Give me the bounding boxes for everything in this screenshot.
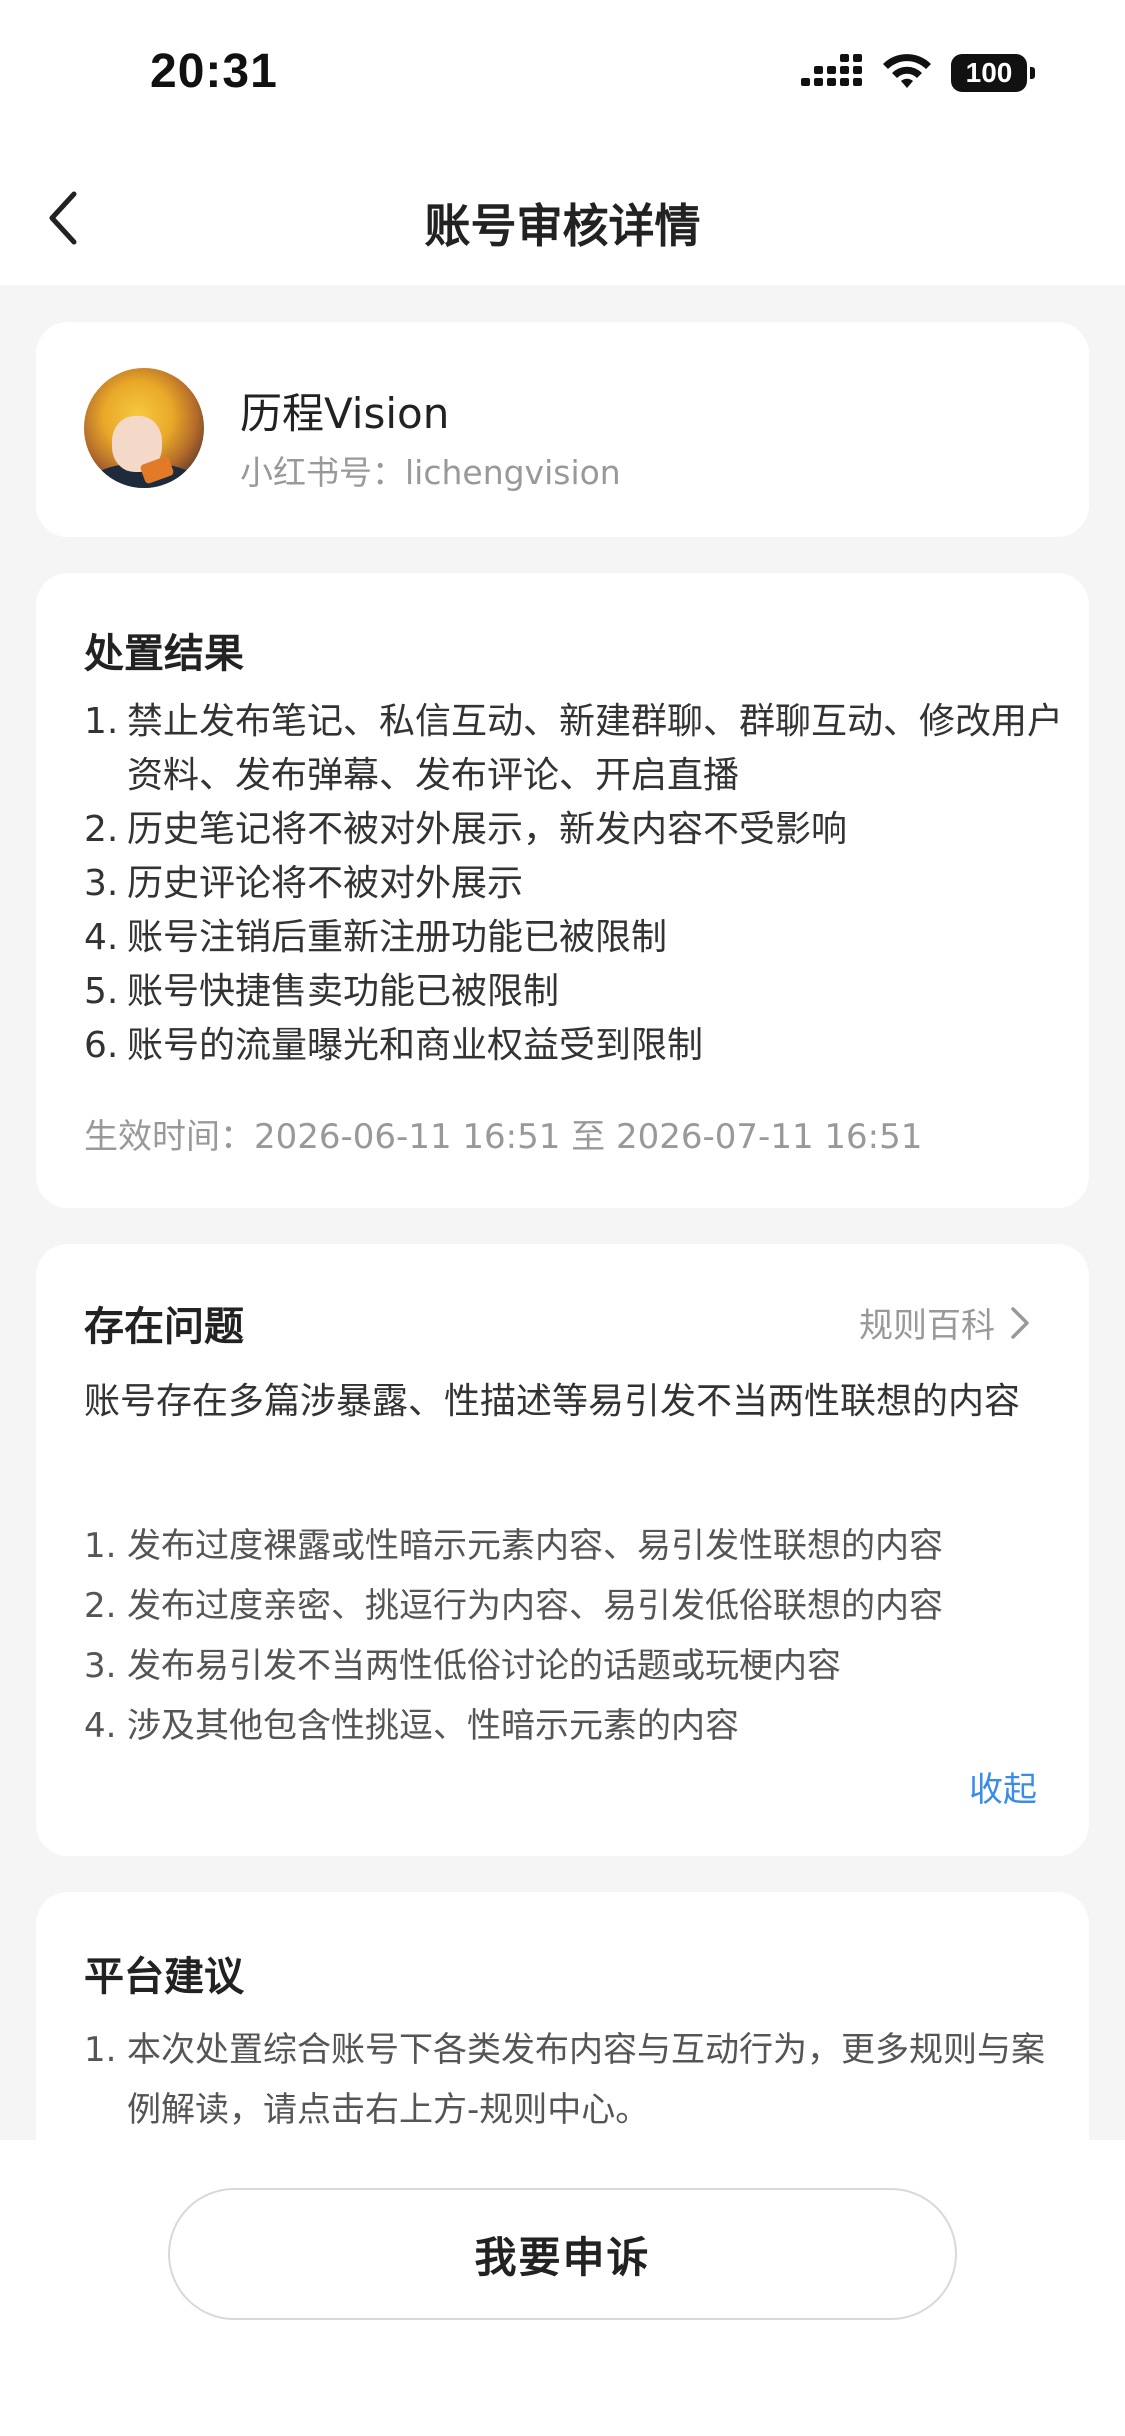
rules-wiki-label: 规则百科	[859, 1306, 995, 1346]
advice-title: 平台建议	[84, 1954, 244, 2000]
page-title: 账号审核详情	[424, 199, 701, 253]
list-item: 2. 历史笔记将不被对外展示，新发内容不受影响	[84, 809, 848, 850]
status-bar: 20:31 100	[0, 0, 1125, 150]
result-title: 处置结果	[84, 631, 244, 677]
problem-title: 存在问题	[84, 1304, 244, 1350]
problem-list: 1. 发布过度裸露或性暗示元素内容、易引发性联想的内容 2. 发布过度亲密、挑逗行为…	[84, 1516, 1064, 1756]
chevron-right-icon	[1011, 1306, 1029, 1339]
result-card: 处置结果 1. 禁止发布笔记、私信互动、新建群聊、群聊互动、修改用户资料、发布弹幕…	[36, 573, 1089, 1208]
bottom-bar: 我要申诉	[0, 2140, 1125, 2436]
problem-summary: 账号存在多篇涉暴露、性描述等易引发不当两性联想的内容	[84, 1381, 1021, 1422]
avatar[interactable]	[84, 368, 204, 488]
nav-bar: 账号审核详情	[0, 150, 1125, 285]
list-item: 2. 发布过度亲密、挑逗行为内容、易引发低俗联想的内容	[84, 1586, 943, 1626]
cellular-signal-icon	[801, 54, 862, 86]
list-item: 1. 禁止发布笔记、私信互动、新建群聊、群聊互动、修改用户资料、发布弹幕、发布评论…	[84, 701, 1064, 796]
battery-icon: 100	[951, 54, 1035, 92]
status-time: 20:31	[150, 45, 278, 98]
list-item: 4. 账号注销后重新注册功能已被限制	[84, 917, 668, 958]
profile-name: 历程Vision	[240, 389, 450, 438]
list-item: 6. 账号的流量曝光和商业权益受到限制	[84, 1025, 704, 1066]
effective-time: 生效时间：2026-06-11 16:51 至 2026-07-11 16:51	[84, 1117, 923, 1157]
appeal-button[interactable]: 我要申诉	[168, 2188, 957, 2320]
list-item: 4. 涉及其他包含性挑逗、性暗示元素的内容	[84, 1706, 739, 1746]
status-icons: 100	[801, 54, 1035, 92]
collapse-link[interactable]: 收起	[969, 1762, 1037, 1811]
profile-id: 小红书号：lichengvision	[240, 453, 621, 492]
advice-list: 1. 本次处置综合账号下各类发布内容与互动行为，更多规则与案例解读，请点击右上方-…	[84, 2020, 1064, 2140]
problem-card: 存在问题 规则百科 账号存在多篇涉暴露、性描述等易引发不当两性联想的内容 1. 发…	[36, 1244, 1089, 1856]
list-item: 3. 历史评论将不被对外展示	[84, 863, 524, 904]
list-item: 1. 本次处置综合账号下各类发布内容与互动行为，更多规则与案例解读，请点击右上方-…	[84, 2030, 1045, 2130]
list-item: 1. 发布过度裸露或性暗示元素内容、易引发性联想的内容	[84, 1526, 943, 1566]
list-item: 3. 发布易引发不当两性低俗讨论的话题或玩梗内容	[84, 1646, 841, 1686]
list-item: 5. 账号快捷售卖功能已被限制	[84, 971, 560, 1012]
wifi-icon	[883, 54, 931, 88]
profile-card: 历程Vision 小红书号：lichengvision	[36, 322, 1089, 537]
result-list: 1. 禁止发布笔记、私信互动、新建群聊、群聊互动、修改用户资料、发布弹幕、发布评论…	[84, 695, 1064, 1073]
account-review-page: 20:31 100 账号审核详情 历程Vision 小红书号：lichengvi…	[0, 0, 1125, 2436]
rules-wiki-link[interactable]: 规则百科	[859, 1298, 1031, 1347]
